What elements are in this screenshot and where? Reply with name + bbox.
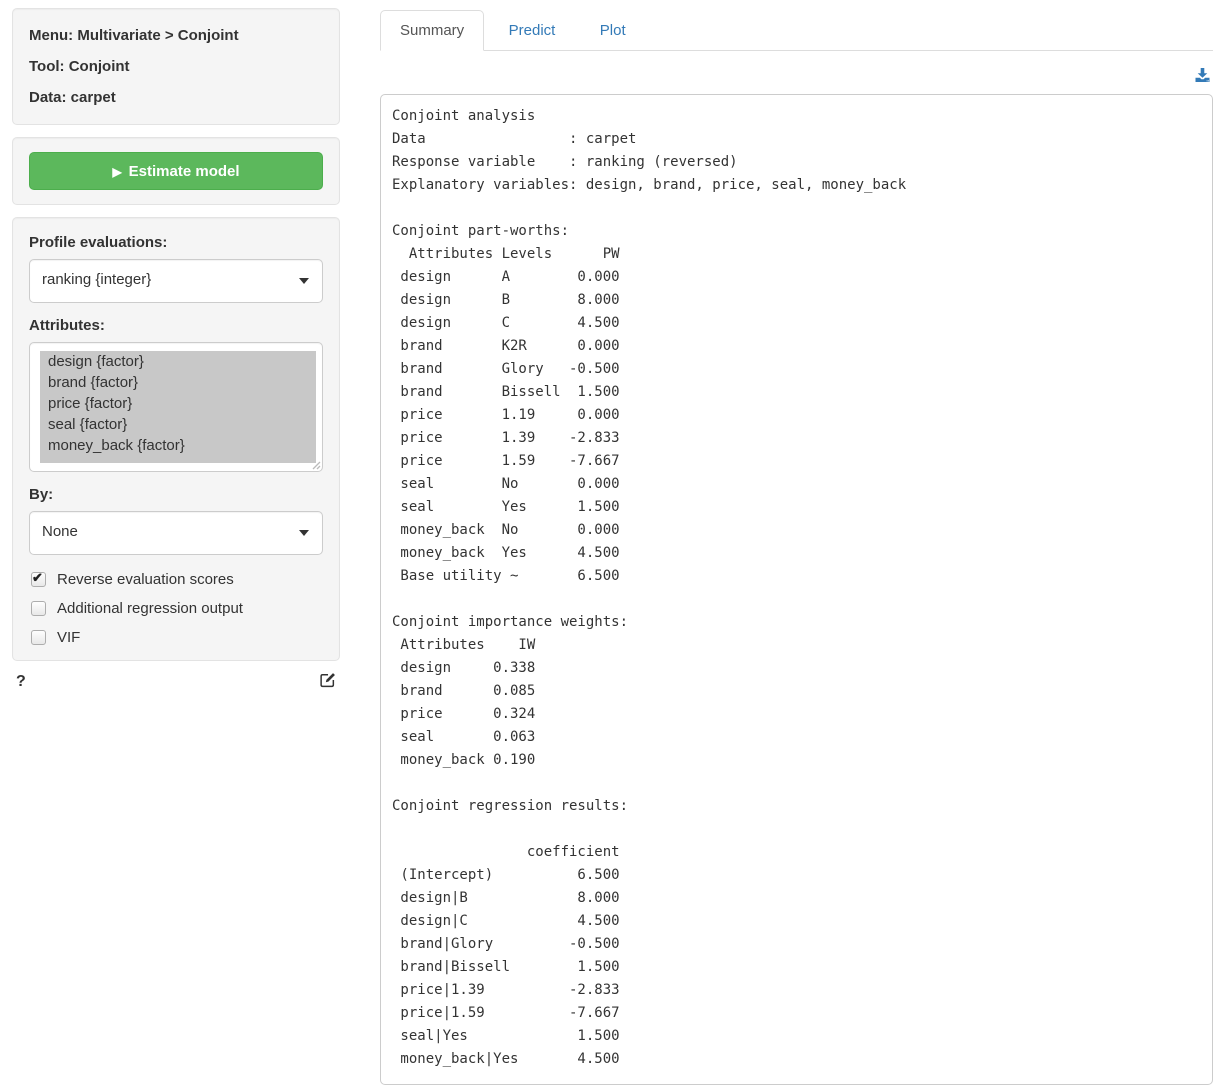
edit-report-icon[interactable] <box>319 671 336 693</box>
checkbox-label: Reverse evaluation scores <box>57 571 234 588</box>
checkbox-unchecked-icon <box>31 630 46 645</box>
attributes-listbox[interactable]: design {factor} brand {factor} price {fa… <box>29 342 323 472</box>
attributes-option-design[interactable]: design {factor} <box>40 351 316 372</box>
download-button[interactable] <box>1194 67 1211 88</box>
attributes-option-seal[interactable]: seal {factor} <box>40 414 316 435</box>
context-panel: Menu: Multivariate > Conjoint Tool: Conj… <box>12 8 340 125</box>
dataset-name: Data: carpet <box>29 89 323 106</box>
by-select[interactable]: None <box>29 511 323 555</box>
tab-predict[interactable]: Predict <box>489 10 576 51</box>
attributes-option-money-back[interactable]: money_back {factor} <box>40 435 316 456</box>
tab-plot[interactable]: Plot <box>580 10 646 51</box>
attributes-option-brand[interactable]: brand {factor} <box>40 372 316 393</box>
checkmark-icon: ✔ <box>32 570 43 586</box>
estimate-panel: ▶ Estimate model <box>12 137 340 205</box>
profile-evaluations-label: Profile evaluations: <box>29 234 323 251</box>
chevron-down-icon <box>299 530 309 536</box>
checkbox-additional-regression-output[interactable]: Additional regression output <box>31 600 323 617</box>
play-icon: ▶ <box>112 165 121 179</box>
estimate-model-button[interactable]: ▶ Estimate model <box>29 152 323 190</box>
summary-output: Conjoint analysis Data : carpet Response… <box>380 94 1213 1085</box>
checkbox-checked-icon: ✔ <box>31 572 46 587</box>
tool-name: Tool: Conjoint <box>29 58 323 75</box>
toolbar <box>380 51 1213 94</box>
options-panel: Profile evaluations: ranking {integer} A… <box>12 217 340 661</box>
resize-handle-icon[interactable] <box>311 460 321 470</box>
profile-evaluations-value: ranking {integer} <box>42 271 151 288</box>
tab-bar: Summary Predict Plot <box>380 0 1213 51</box>
radiant-conjoint-app: Menu: Multivariate > Conjoint Tool: Conj… <box>0 0 1219 1085</box>
checkbox-unchecked-icon <box>31 601 46 616</box>
checkbox-reverse-evaluation-scores[interactable]: ✔ Reverse evaluation scores <box>31 571 323 588</box>
sidebar-footer: ? <box>12 671 340 693</box>
attributes-selection: design {factor} brand {factor} price {fa… <box>40 351 316 463</box>
checkbox-vif[interactable]: VIF <box>31 629 323 646</box>
help-button[interactable]: ? <box>16 673 26 691</box>
by-value: None <box>42 523 78 540</box>
attributes-label: Attributes: <box>29 317 323 334</box>
by-label: By: <box>29 486 323 503</box>
menu-path: Menu: Multivariate > Conjoint <box>29 27 323 44</box>
tab-summary[interactable]: Summary <box>380 10 484 51</box>
estimate-model-label: Estimate model <box>129 163 240 180</box>
profile-evaluations-select[interactable]: ranking {integer} <box>29 259 323 303</box>
main-panel: Summary Predict Plot Conjoint analysis D… <box>380 0 1213 1085</box>
checkbox-label: VIF <box>57 629 80 646</box>
attributes-option-price[interactable]: price {factor} <box>40 393 316 414</box>
chevron-down-icon <box>299 278 309 284</box>
sidebar: Menu: Multivariate > Conjoint Tool: Conj… <box>12 8 340 693</box>
checkbox-label: Additional regression output <box>57 600 243 617</box>
